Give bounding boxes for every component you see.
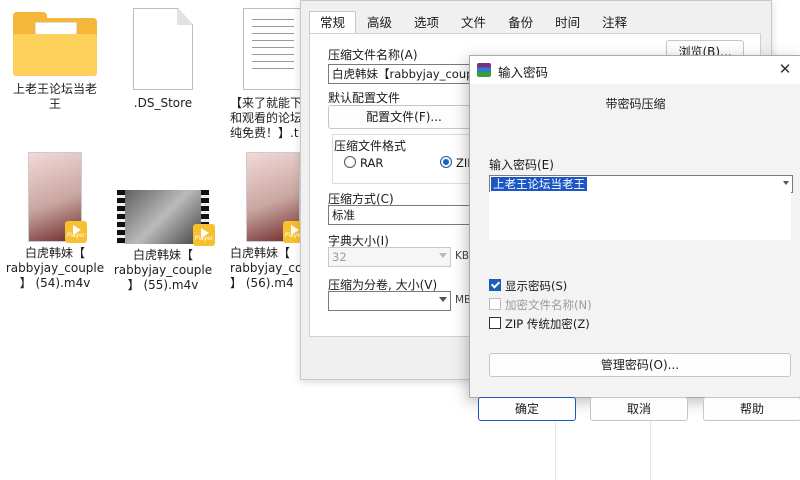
winrar-icon xyxy=(477,63,491,77)
archive-name-input[interactable]: 白虎韩妹【rabbyjay_coup xyxy=(328,64,483,84)
password-dialog: 输入密码 ✕ 带密码压缩 输入密码(E) 上老王论坛当老王 显示密码(S) 加密… xyxy=(469,55,800,421)
tab-bar: 常规 高级 选项 文件 备份 时间 注释 xyxy=(309,11,638,35)
document-icon xyxy=(133,8,193,90)
manage-passwords-button[interactable]: 管理密码(O)... xyxy=(489,353,791,377)
file-label: 白虎韩妹【 rabbyjay_couple】 (55).m4v xyxy=(113,248,213,292)
tab-time[interactable]: 时间 xyxy=(544,11,591,35)
profile-button[interactable]: 配置文件(F)... xyxy=(328,105,480,129)
zip-legacy-checkbox[interactable]: ZIP 传统加密(Z) xyxy=(489,316,590,332)
tab-comment[interactable]: 注释 xyxy=(591,11,638,35)
archive-name-label: 压缩文件名称(A) xyxy=(328,48,418,62)
ok-button[interactable]: 确定 xyxy=(478,397,576,421)
password-text: 上老王论坛当老王 xyxy=(491,177,587,191)
video-thumbnail: Player xyxy=(246,152,305,243)
dialog-body: 带密码压缩 输入密码(E) 上老王论坛当老王 显示密码(S) 加密文件名称(N)… xyxy=(470,84,800,421)
video-thumbnail: Player xyxy=(117,190,215,246)
split-select[interactable] xyxy=(328,291,451,311)
file-label: .DS_Store xyxy=(133,96,193,110)
tab-advanced[interactable]: 高级 xyxy=(356,11,403,35)
profile-label: 默认配置文件 xyxy=(328,91,401,105)
file-label: 白虎韩妹【 rabbyjay_couple】 (54).m4v xyxy=(5,246,105,290)
dialog-titlebar[interactable]: 输入密码 ✕ xyxy=(470,56,800,84)
folder-icon xyxy=(13,12,97,76)
file-item-folder[interactable]: 上老王论坛当老王 xyxy=(0,12,110,112)
text-file-icon xyxy=(243,8,303,90)
dialog-header: 带密码压缩 xyxy=(605,97,666,111)
tab-files[interactable]: 文件 xyxy=(450,11,497,35)
file-item-video[interactable]: Player 白虎韩妹【 rabbyjay_couple】 (54).m4v xyxy=(0,152,110,291)
help-button[interactable]: 帮助 xyxy=(703,397,800,421)
encrypt-filenames-checkbox: 加密文件名称(N) xyxy=(489,297,592,313)
method-select[interactable]: 标准 xyxy=(328,205,483,225)
chevron-down-icon xyxy=(439,297,447,302)
dialog-title: 输入密码 xyxy=(498,65,549,80)
chevron-down-icon xyxy=(439,253,447,258)
file-item-ds-store[interactable]: .DS_Store xyxy=(108,8,218,111)
password-label: 输入密码(E) xyxy=(489,158,554,172)
radio-rar[interactable]: RAR xyxy=(344,156,383,170)
password-history-area xyxy=(489,192,791,240)
file-label: 上老王论坛当老王 xyxy=(12,82,97,111)
show-password-checkbox[interactable]: 显示密码(S) xyxy=(489,278,567,294)
dictionary-select: 32 xyxy=(328,247,451,267)
video-thumbnail: Player xyxy=(28,152,87,243)
play-badge-icon: Player xyxy=(193,224,215,246)
tab-backup[interactable]: 备份 xyxy=(497,11,544,35)
play-badge-icon: Player xyxy=(65,221,87,243)
tab-general[interactable]: 常规 xyxy=(309,11,357,34)
format-label: 压缩文件格式 xyxy=(334,139,407,153)
chevron-down-icon[interactable] xyxy=(783,181,789,185)
cancel-button[interactable]: 取消 xyxy=(590,397,688,421)
tab-options[interactable]: 选项 xyxy=(403,11,450,35)
password-input[interactable]: 上老王论坛当老王 xyxy=(489,175,793,193)
dictionary-unit: KB xyxy=(455,250,470,262)
file-item-video[interactable]: Player 白虎韩妹【 rabbyjay_couple】 (55).m4v xyxy=(108,190,218,293)
close-icon[interactable]: ✕ xyxy=(775,59,795,79)
